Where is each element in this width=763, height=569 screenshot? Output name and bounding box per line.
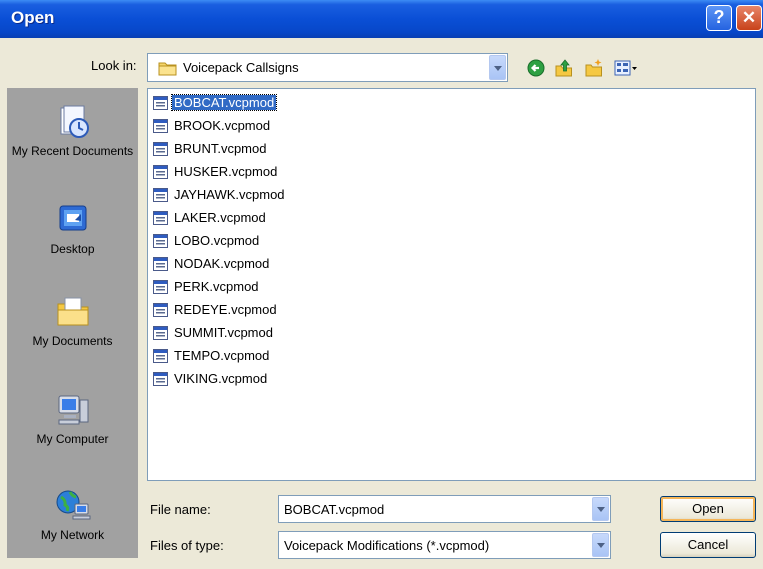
back-icon[interactable] (526, 58, 546, 78)
look-in-dropdown[interactable]: Voicepack Callsigns (147, 53, 508, 82)
file-name: HUSKER.vcpmod (174, 164, 278, 179)
desktop-icon (59, 205, 86, 231)
open-button[interactable]: Open (660, 496, 756, 522)
place-label: My Documents (32, 334, 113, 348)
look-in-value: Voicepack Callsigns (183, 60, 299, 75)
file-name: REDEYE.vcpmod (174, 302, 277, 317)
views-menu-icon[interactable] (613, 58, 639, 78)
files-of-type-dropdown[interactable]: Voicepack Modifications (*.vcpmod) (278, 531, 611, 559)
file-name-dropdown-arrow[interactable] (592, 497, 609, 521)
place-label: My Recent Documents (11, 144, 134, 158)
file-name: JAYHAWK.vcpmod (174, 187, 285, 202)
file-list[interactable]: BOBCAT.vcpmod BROOK.vcpmod BRUNT.vcpmod HUS… (147, 88, 756, 481)
vcpmod-file-icon (153, 326, 168, 340)
file-name: LAKER.vcpmod (174, 210, 266, 225)
my-network-icon (56, 490, 90, 520)
vcpmod-file-icon (153, 372, 168, 386)
files-of-type-value: Voicepack Modifications (*.vcpmod) (284, 538, 490, 553)
recent-documents-icon (60, 105, 89, 138)
vcpmod-file-icon (153, 96, 168, 110)
file-name: BRUNT.vcpmod (174, 141, 267, 156)
vcpmod-file-icon (153, 349, 168, 363)
window-title: Open (11, 8, 55, 27)
place-my-computer[interactable]: My Computer (7, 392, 138, 447)
place-my-network[interactable]: My Network (7, 488, 138, 543)
file-name-input[interactable]: BOBCAT.vcpmod (278, 495, 611, 523)
my-documents-icon (57, 297, 88, 326)
place-label: My Network (40, 528, 105, 542)
file-name: BOBCAT.vcpmod (170, 94, 278, 111)
look-in-dropdown-arrow[interactable] (489, 55, 506, 80)
vcpmod-file-icon (153, 257, 168, 271)
files-of-type-label: Files of type: (150, 538, 224, 553)
vcpmod-file-icon (153, 303, 168, 317)
place-my-documents[interactable]: My Documents (7, 294, 138, 349)
vcpmod-file-icon (153, 211, 168, 225)
new-folder-icon[interactable] (584, 58, 604, 78)
place-recent-documents[interactable]: My Recent Documents (7, 104, 138, 159)
help-button[interactable]: ? (706, 5, 732, 31)
file-name: SUMMIT.vcpmod (174, 325, 273, 340)
vcpmod-file-icon (153, 280, 168, 294)
vcpmod-file-icon (153, 188, 168, 202)
my-computer-icon (58, 395, 88, 425)
vcpmod-file-icon (153, 165, 168, 179)
file-name: PERK.vcpmod (174, 279, 259, 294)
vcpmod-file-icon (153, 234, 168, 248)
file-name: LOBO.vcpmod (174, 233, 260, 248)
place-desktop[interactable]: Desktop (7, 202, 138, 257)
vcpmod-file-icon (153, 142, 168, 156)
file-name-value: BOBCAT.vcpmod (284, 502, 385, 517)
look-in-label: Look in: (91, 58, 137, 73)
files-of-type-dropdown-arrow[interactable] (592, 533, 609, 557)
vcpmod-file-icon (153, 119, 168, 133)
file-name: TEMPO.vcpmod (174, 348, 270, 363)
title-bar[interactable]: Open ? ✕ (0, 0, 763, 38)
file-name-label: File name: (150, 502, 211, 517)
file-name: NODAK.vcpmod (174, 256, 270, 271)
close-button[interactable]: ✕ (736, 5, 762, 31)
up-folder-icon[interactable] (554, 58, 574, 78)
place-label: My Computer (36, 432, 109, 446)
file-name: VIKING.vcpmod (174, 371, 268, 386)
folder-icon (158, 62, 177, 76)
cancel-button[interactable]: Cancel (660, 532, 756, 558)
open-dialog: Open ? ✕ Look in: Voicepack Callsigns My… (0, 0, 763, 569)
places-bar: My Recent Documents Desktop My Documents (7, 88, 138, 558)
place-label: Desktop (50, 242, 95, 256)
file-name: BROOK.vcpmod (174, 118, 271, 133)
